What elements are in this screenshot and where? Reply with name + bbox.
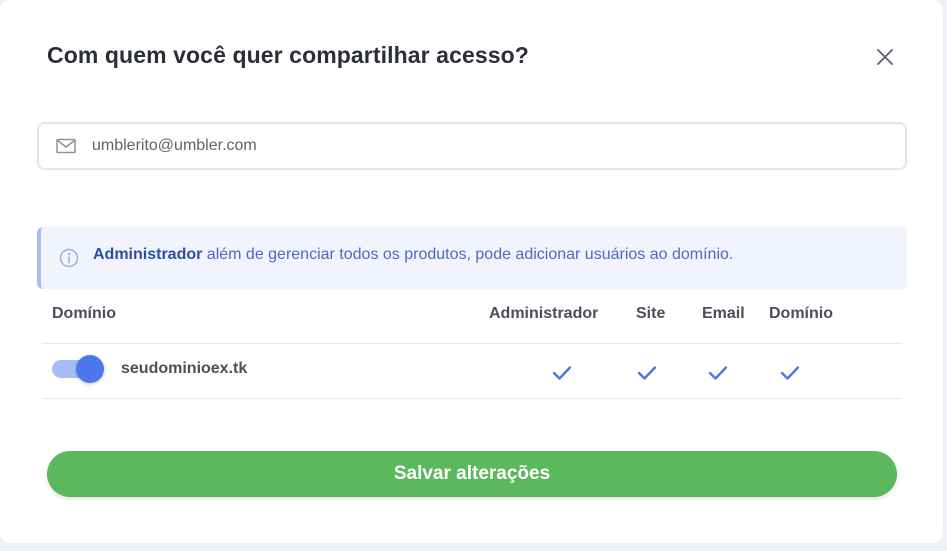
site-check-icon (637, 366, 657, 380)
dialog-title: Com quem você quer compartilhar acesso? (47, 42, 529, 68)
table-divider (42, 398, 902, 399)
column-header-site: Site (636, 305, 666, 322)
domain-toggle[interactable] (52, 355, 104, 383)
email-input[interactable] (92, 133, 872, 159)
toggle-knob (76, 355, 104, 383)
table-divider (42, 343, 902, 344)
admin-check-icon (552, 366, 572, 380)
share-access-dialog: Com quem você quer compartilhar acesso? … (0, 0, 943, 543)
domain-name: seudominioex.tk (121, 360, 248, 377)
email-check-icon (708, 366, 728, 380)
save-button[interactable]: Salvar alterações (47, 451, 897, 497)
role-info-box: Administrador além de gerenciar todos os… (37, 227, 907, 289)
email-field[interactable] (37, 122, 907, 170)
role-info-text: Administrador além de gerenciar todos os… (93, 246, 733, 264)
column-header-dominio: Domínio (769, 305, 833, 322)
column-header-admin: Administrador (489, 305, 599, 322)
dominio-check-icon (780, 366, 800, 380)
column-header-email: Email (702, 305, 745, 322)
role-description: além de gerenciar todos os produtos, pod… (202, 246, 734, 263)
close-icon[interactable] (872, 44, 898, 70)
info-icon (59, 248, 79, 268)
column-header-domain: Domínio (52, 305, 116, 322)
mail-icon (56, 138, 76, 154)
role-name: Administrador (93, 246, 203, 263)
